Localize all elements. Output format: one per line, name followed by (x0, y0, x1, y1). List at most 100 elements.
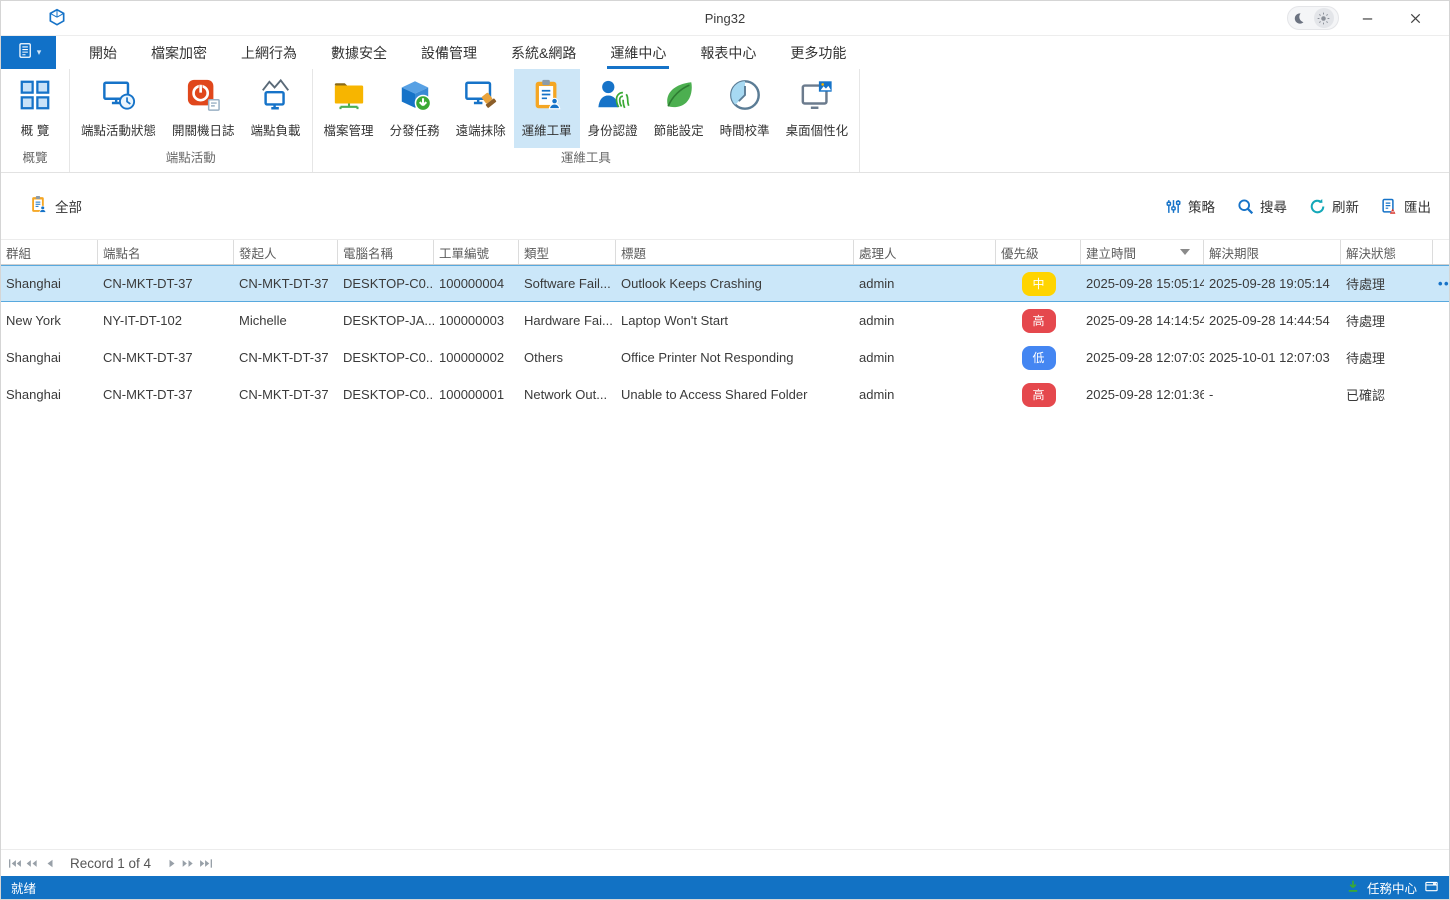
cell-type: Hardware Fai... (519, 302, 616, 339)
cell-created: 2025-09-28 15:05:14 (1081, 265, 1204, 302)
task-center-button[interactable]: 任務中心 (1346, 878, 1439, 897)
cell-group: Shanghai (1, 265, 98, 302)
cell-priority: 中 (996, 265, 1081, 302)
cell-title: Unable to Access Shared Folder (616, 376, 854, 413)
cell-handler: admin (854, 339, 996, 376)
ribbon-tool-power-log[interactable]: 開關機日誌 (164, 69, 243, 148)
row-actions-ellipsis-button[interactable]: ••• (1438, 276, 1449, 291)
cell-handler: admin (854, 302, 996, 339)
ribbon-group-0: 概 覽概覽 (1, 69, 70, 172)
ribbon-tool-endpoint-load[interactable]: 端點負載 (243, 69, 309, 148)
ribbon-tab-4[interactable]: 設備管理 (404, 36, 494, 69)
sun-icon[interactable] (1314, 8, 1334, 28)
ribbon-tool-label: 檔案管理 (324, 120, 374, 139)
ribbon-tab-8[interactable]: 更多功能 (773, 36, 863, 69)
ribbon-tab-2[interactable]: 上網行為 (224, 36, 314, 69)
cell-deadline: - (1204, 376, 1341, 413)
ribbon-tab-0[interactable]: 開始 (72, 36, 134, 69)
ribbon-tool-desktop-personalize[interactable]: 桌面個性化 (778, 69, 857, 148)
moon-icon[interactable] (1292, 12, 1305, 25)
export-icon (1381, 198, 1398, 215)
cell-priority: 高 (996, 302, 1081, 339)
ribbon-tool-endpoint-activity[interactable]: 端點活動狀態 (73, 69, 164, 148)
column-header-computer[interactable]: 電腦名稱 (338, 240, 434, 264)
cell-endpoint: CN-MKT-DT-37 (98, 265, 234, 302)
ribbon-tab-1[interactable]: 檔案加密 (134, 36, 224, 69)
ribbon-tool-file-manage[interactable]: 檔案管理 (316, 69, 382, 148)
ticket-icon (529, 77, 565, 113)
cell-created: 2025-09-28 12:01:36 (1081, 376, 1204, 413)
ticket-row-100000004[interactable]: ShanghaiCN-MKT-DT-37CN-MKT-DT-37DESKTOP-… (1, 265, 1449, 302)
ribbon-tool-label: 時間校準 (720, 120, 770, 139)
ribbon-tab-row: ▾ 開始檔案加密上網行為數據安全設備管理系統&網路運維中心報表中心更多功能 (1, 36, 1449, 69)
ribbon-tab-5[interactable]: 系統&網路 (494, 36, 593, 69)
policy-sliders-button[interactable]: 策略 (1165, 196, 1215, 216)
ticket-row-100000003[interactable]: New YorkNY-IT-DT-102MichelleDESKTOP-JA..… (1, 302, 1449, 339)
ticket-filter-icon (29, 195, 48, 217)
column-header-label: 發起人 (239, 243, 277, 262)
cell-computer: DESKTOP-C0... (338, 265, 434, 302)
column-header-endpoint[interactable]: 端點名 (98, 240, 234, 264)
ribbon-tool-label: 端點活動狀態 (81, 120, 156, 139)
cell-initiator: CN-MKT-DT-37 (234, 376, 338, 413)
ribbon-tool-clock[interactable]: 時間校準 (712, 69, 778, 148)
column-header-created[interactable]: 建立時間 (1081, 240, 1204, 264)
nav-next-button[interactable] (163, 855, 180, 871)
export-button[interactable]: 匯出 (1381, 196, 1431, 216)
minimize-button[interactable] (1347, 5, 1387, 31)
theme-toggle[interactable] (1287, 6, 1339, 30)
column-header-label: 解決狀態 (1346, 243, 1396, 262)
cell-handler: admin (854, 265, 996, 302)
app-window: Ping32 ▾ 開始檔案加密上網行為數據安全設備管理系統&網路運維中心報表中心… (0, 0, 1450, 900)
nav-next-page-button[interactable] (180, 855, 197, 871)
record-count-label: Record 1 of 4 (70, 856, 151, 871)
column-header-priority[interactable]: 優先級 (996, 240, 1081, 264)
nav-prev-page-button[interactable] (24, 855, 41, 871)
app-menu-button[interactable]: ▾ (1, 36, 56, 69)
ticket-row-100000001[interactable]: ShanghaiCN-MKT-DT-37CN-MKT-DT-37DESKTOP-… (1, 376, 1449, 413)
column-header-label: 解決期限 (1209, 243, 1259, 262)
nav-last-button[interactable] (197, 855, 214, 871)
ticket-row-100000002[interactable]: ShanghaiCN-MKT-DT-37CN-MKT-DT-37DESKTOP-… (1, 339, 1449, 376)
endpoint-load-icon (258, 77, 294, 113)
desktop-personalize-icon (799, 77, 835, 113)
cell-endpoint: NY-IT-DT-102 (98, 302, 234, 339)
column-header-initiator[interactable]: 發起人 (234, 240, 338, 264)
cell-type: Others (519, 339, 616, 376)
ribbon-tab-3[interactable]: 數據安全 (314, 36, 404, 69)
ribbon-tool-identity[interactable]: 身份認證 (580, 69, 646, 148)
column-header-group[interactable]: 群組 (1, 240, 98, 264)
refresh-button[interactable]: 刷新 (1309, 196, 1359, 216)
column-header-title[interactable]: 標題 (616, 240, 854, 264)
column-header-deadline[interactable]: 解決期限 (1204, 240, 1341, 264)
column-header-ticket_no[interactable]: 工單編號 (434, 240, 519, 264)
column-header-actions[interactable] (1433, 240, 1449, 264)
ribbon-tool-label: 身份認證 (588, 120, 638, 139)
ribbon-tool-energy-leaf[interactable]: 節能設定 (646, 69, 712, 148)
priority-badge: 高 (1022, 383, 1056, 407)
nav-first-button[interactable] (7, 855, 24, 871)
column-header-label: 電腦名稱 (343, 243, 393, 262)
column-header-status[interactable]: 解決狀態 (1341, 240, 1433, 264)
close-button[interactable] (1395, 5, 1435, 31)
column-header-handler[interactable]: 處理人 (854, 240, 996, 264)
file-manage-icon (331, 77, 367, 113)
ribbon-tab-7[interactable]: 報表中心 (683, 36, 773, 69)
table-body: ShanghaiCN-MKT-DT-37CN-MKT-DT-37DESKTOP-… (1, 265, 1449, 413)
clock-icon (727, 77, 763, 113)
cell-status: 待處理 (1341, 339, 1433, 376)
cell-status: 待處理 (1341, 302, 1433, 339)
cell-ticket_no: 100000002 (434, 339, 519, 376)
nav-prev-button[interactable] (41, 855, 58, 871)
column-header-label: 建立時間 (1086, 243, 1136, 262)
filter-all-button[interactable]: 全部 (29, 195, 82, 217)
search-button[interactable]: 搜尋 (1237, 196, 1287, 216)
ribbon-tab-6-active[interactable]: 運維中心 (593, 36, 683, 69)
ribbon-tool-overview-grid[interactable]: 概 覽 (4, 69, 66, 148)
chevron-down-icon: ▾ (37, 47, 42, 58)
ribbon-tool-dispatch-task[interactable]: 分發任務 (382, 69, 448, 148)
ribbon-tool-ticket[interactable]: 運維工單 (514, 69, 580, 148)
cell-computer: DESKTOP-C0... (338, 339, 434, 376)
ribbon-tool-remote-wipe[interactable]: 遠端抹除 (448, 69, 514, 148)
column-header-type[interactable]: 類型 (519, 240, 616, 264)
